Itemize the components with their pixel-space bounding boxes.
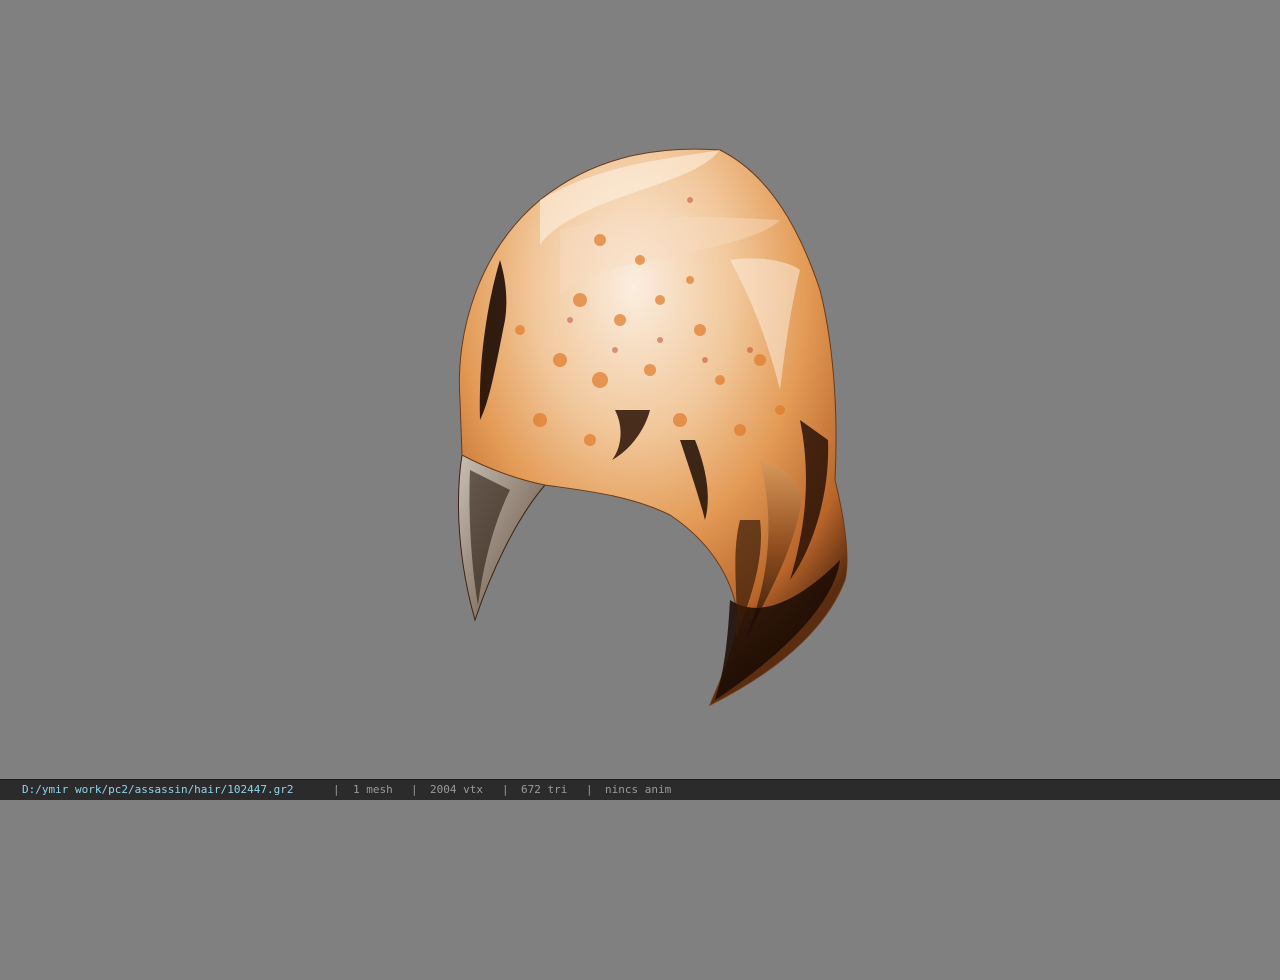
animation-status-label: nincs anim <box>605 783 672 796</box>
status-separator: | <box>502 783 509 796</box>
triangle-count-label: 672 tri <box>521 783 568 796</box>
status-separator: | <box>586 783 593 796</box>
status-separator: | <box>411 783 418 796</box>
status-separator: | <box>333 783 340 796</box>
hair-mesh-model[interactable] <box>0 0 1280 779</box>
3d-viewport[interactable] <box>0 0 1280 779</box>
file-path-label: D:/ymir work/pc2/assassin/hair/102447.gr… <box>22 783 294 796</box>
mesh-count-label: 1 mesh <box>353 783 393 796</box>
vertex-count-label: 2004 vtx <box>430 783 483 796</box>
status-bar: D:/ymir work/pc2/assassin/hair/102447.gr… <box>0 779 1280 800</box>
